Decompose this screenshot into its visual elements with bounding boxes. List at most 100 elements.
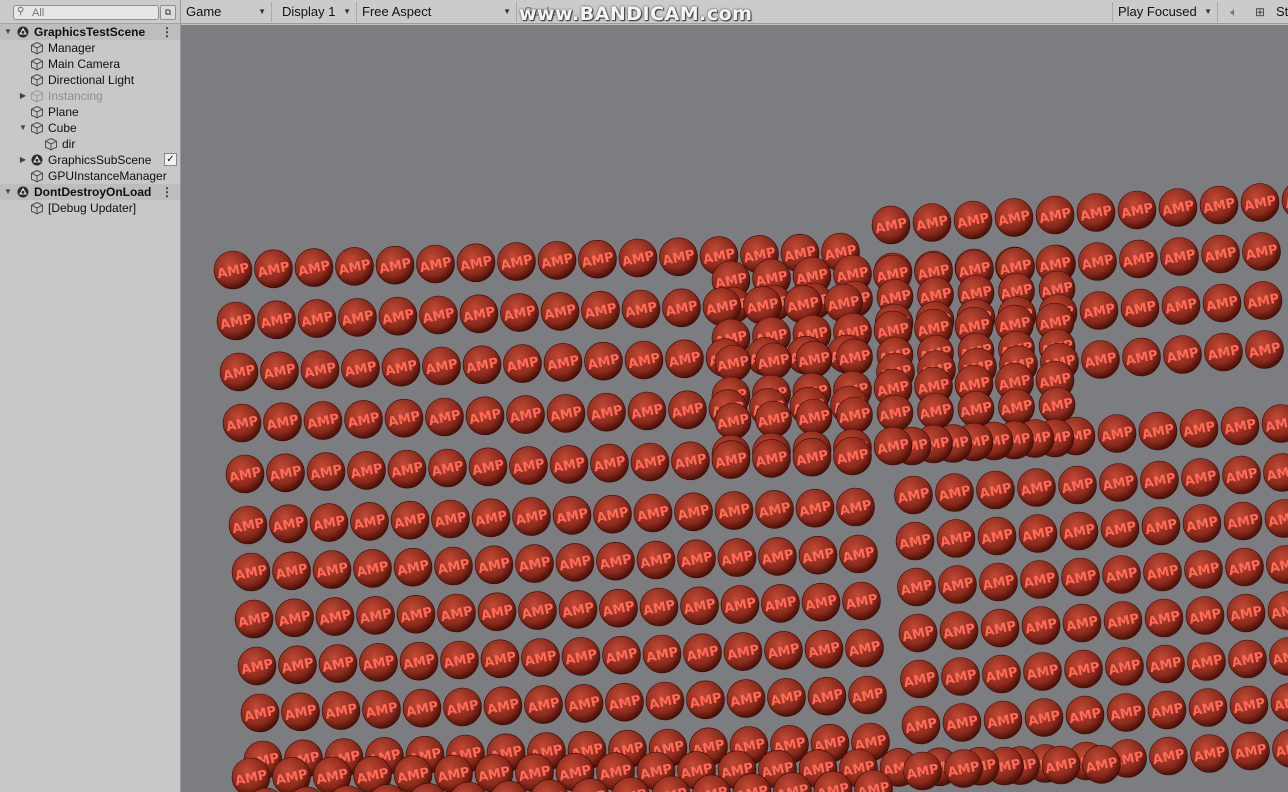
amp-sphere: AMP <box>1041 745 1081 785</box>
play-mode-dropdown[interactable]: Play Focused ▼ <box>1112 2 1218 22</box>
amp-sphere: AMP <box>876 394 914 432</box>
stats-button[interactable]: St <box>1273 2 1288 22</box>
expand-arrow-icon[interactable]: ▼ <box>3 24 13 40</box>
amp-sphere: AMP <box>795 488 835 528</box>
amp-sphere: AMP <box>564 684 604 723</box>
amp-sphere: AMP <box>546 394 586 433</box>
amp-sphere: AMP <box>234 599 274 639</box>
scene-menu-icon[interactable]: ⋮ <box>161 184 173 200</box>
hierarchy-item[interactable]: ▼ Cube <box>0 120 180 136</box>
amp-sphere: AMP <box>1021 606 1061 645</box>
amp-sphere: AMP <box>723 632 763 671</box>
aspect-dropdown[interactable]: Free Aspect ▼ <box>357 2 517 22</box>
amp-sphere: AMP <box>540 292 580 331</box>
amp-sphere: AMP <box>1079 291 1119 330</box>
amp-sphere: AMP <box>871 205 911 245</box>
hierarchy-item[interactable]: ▶ GraphicsSubScene ✓ <box>0 152 180 168</box>
hierarchy-panel: ⚲ ⧉ ▼ GraphicsTestScene ⋮ Manager Main Camer… <box>0 0 181 792</box>
amp-sphere: AMP <box>953 200 993 240</box>
hierarchy-item-label: Plane <box>48 105 79 119</box>
amp-sphere: AMP <box>515 544 554 583</box>
amp-sphere: AMP <box>269 504 308 544</box>
collapse-arrow-icon[interactable]: ▶ <box>18 152 28 168</box>
amp-sphere: AMP <box>434 546 473 586</box>
amp-sphere: AMP <box>1147 690 1187 730</box>
amp-sphere: AMP <box>213 250 253 290</box>
hierarchy-scene-row[interactable]: ▼ GraphicsTestScene ⋮ <box>0 24 180 40</box>
amp-sphere: AMP <box>1119 239 1158 279</box>
amp-sphere: AMP <box>726 679 766 718</box>
amp-sphere: AMP <box>321 691 361 730</box>
amp-sphere: AMP <box>437 593 476 633</box>
amp-sphere: AMP <box>225 454 265 494</box>
amp-sphere: AMP <box>764 631 803 670</box>
game-viewport[interactable]: AMP AMP AMP AMP AMP AMP AMP AMP AMP AMP AMP AMP AMP A… <box>181 25 1288 792</box>
hierarchy-item-label: Main Camera <box>48 57 121 71</box>
subscene-toggle-checkbox[interactable]: ✓ <box>164 153 177 166</box>
amp-sphere: AMP <box>474 545 514 585</box>
gameobject-cube-icon <box>30 201 44 215</box>
amp-sphere: AMP <box>1017 468 1056 507</box>
hierarchy-item[interactable]: dir <box>0 136 180 152</box>
amp-sphere: AMP <box>297 299 337 338</box>
amp-sphere: AMP <box>1223 501 1263 541</box>
amp-sphere: AMP <box>543 343 583 382</box>
hierarchy-item[interactable]: [Debug Updater] <box>0 200 180 216</box>
amp-sphere: AMP <box>1141 506 1181 546</box>
hierarchy-search-field[interactable]: ⚲ <box>13 5 159 20</box>
amp-sphere: AMP <box>680 586 719 626</box>
hierarchy-item[interactable]: Manager <box>0 40 180 56</box>
amp-sphere: AMP <box>1220 406 1260 446</box>
collapse-arrow-icon[interactable]: ▶ <box>18 88 28 104</box>
amp-sphere: AMP <box>1099 463 1138 502</box>
hierarchy-item[interactable]: Directional Light <box>0 72 180 88</box>
amp-sphere: AMP <box>1158 188 1198 227</box>
amp-sphere: AMP <box>1117 190 1157 230</box>
amp-sphere: AMP <box>1190 734 1229 773</box>
amp-sphere: AMP <box>1018 514 1058 553</box>
amp-sphere: AMP <box>977 516 1017 556</box>
amp-sphere: AMP <box>1184 550 1223 589</box>
display-dropdown[interactable]: Display 1 ▼ <box>277 2 357 22</box>
hierarchy-item[interactable]: Plane <box>0 104 180 120</box>
scene-search-button[interactable]: ⧉ <box>160 5 176 20</box>
amp-sphere: AMP <box>581 290 620 330</box>
amp-sphere: AMP <box>318 644 358 683</box>
amp-sphere: AMP <box>402 688 442 728</box>
amp-sphere: AMP <box>306 452 346 491</box>
amp-sphere: AMP <box>903 751 942 791</box>
aspect-label: Free Aspect <box>362 4 432 19</box>
hierarchy-search-input[interactable] <box>32 6 152 19</box>
hierarchy-item[interactable]: ▶ Instancing <box>0 88 180 104</box>
expand-arrow-icon[interactable]: ▼ <box>18 120 28 136</box>
amp-sphere: AMP <box>795 340 833 378</box>
gameobject-cube-icon <box>30 73 44 87</box>
amp-sphere: AMP <box>833 436 872 476</box>
amp-sphere: AMP <box>584 341 623 381</box>
amp-sphere: AMP <box>1065 695 1105 735</box>
hierarchy-item[interactable]: Main Camera <box>0 56 180 72</box>
amp-sphere: AMP <box>599 588 638 628</box>
amp-sphere: AMP <box>303 401 343 440</box>
amp-sphere: AMP <box>897 567 936 607</box>
hierarchy-scene-row[interactable]: ▼ DontDestroyOnLoad ⋮ <box>0 184 180 200</box>
amp-sphere: AMP <box>1161 286 1201 325</box>
amp-sphere: AMP <box>633 493 673 533</box>
amp-sphere: AMP <box>278 645 317 685</box>
amp-sphere: AMP <box>1138 411 1178 451</box>
amp-sphere: AMP <box>1242 232 1281 271</box>
amp-sphere: AMP <box>237 646 277 686</box>
scene-menu-icon[interactable]: ⋮ <box>161 24 173 40</box>
amp-sphere: AMP <box>1240 183 1280 222</box>
amp-sphere: AMP <box>662 288 701 328</box>
amp-sphere: AMP <box>848 675 887 715</box>
view-type-dropdown[interactable]: Game ▼ <box>181 2 272 22</box>
expand-arrow-icon[interactable]: ▼ <box>3 184 13 200</box>
amp-sphere: AMP <box>1062 603 1102 643</box>
amp-sphere: AMP <box>900 659 939 699</box>
gizmos-grid-icon[interactable]: ⊞ <box>1252 4 1268 20</box>
hierarchy-item[interactable]: GPUInstanceManager <box>0 168 180 184</box>
amp-sphere: AMP <box>341 349 380 388</box>
amp-sphere: AMP <box>1038 386 1076 424</box>
mute-audio-icon[interactable]: 🔈︎ <box>1226 4 1242 20</box>
